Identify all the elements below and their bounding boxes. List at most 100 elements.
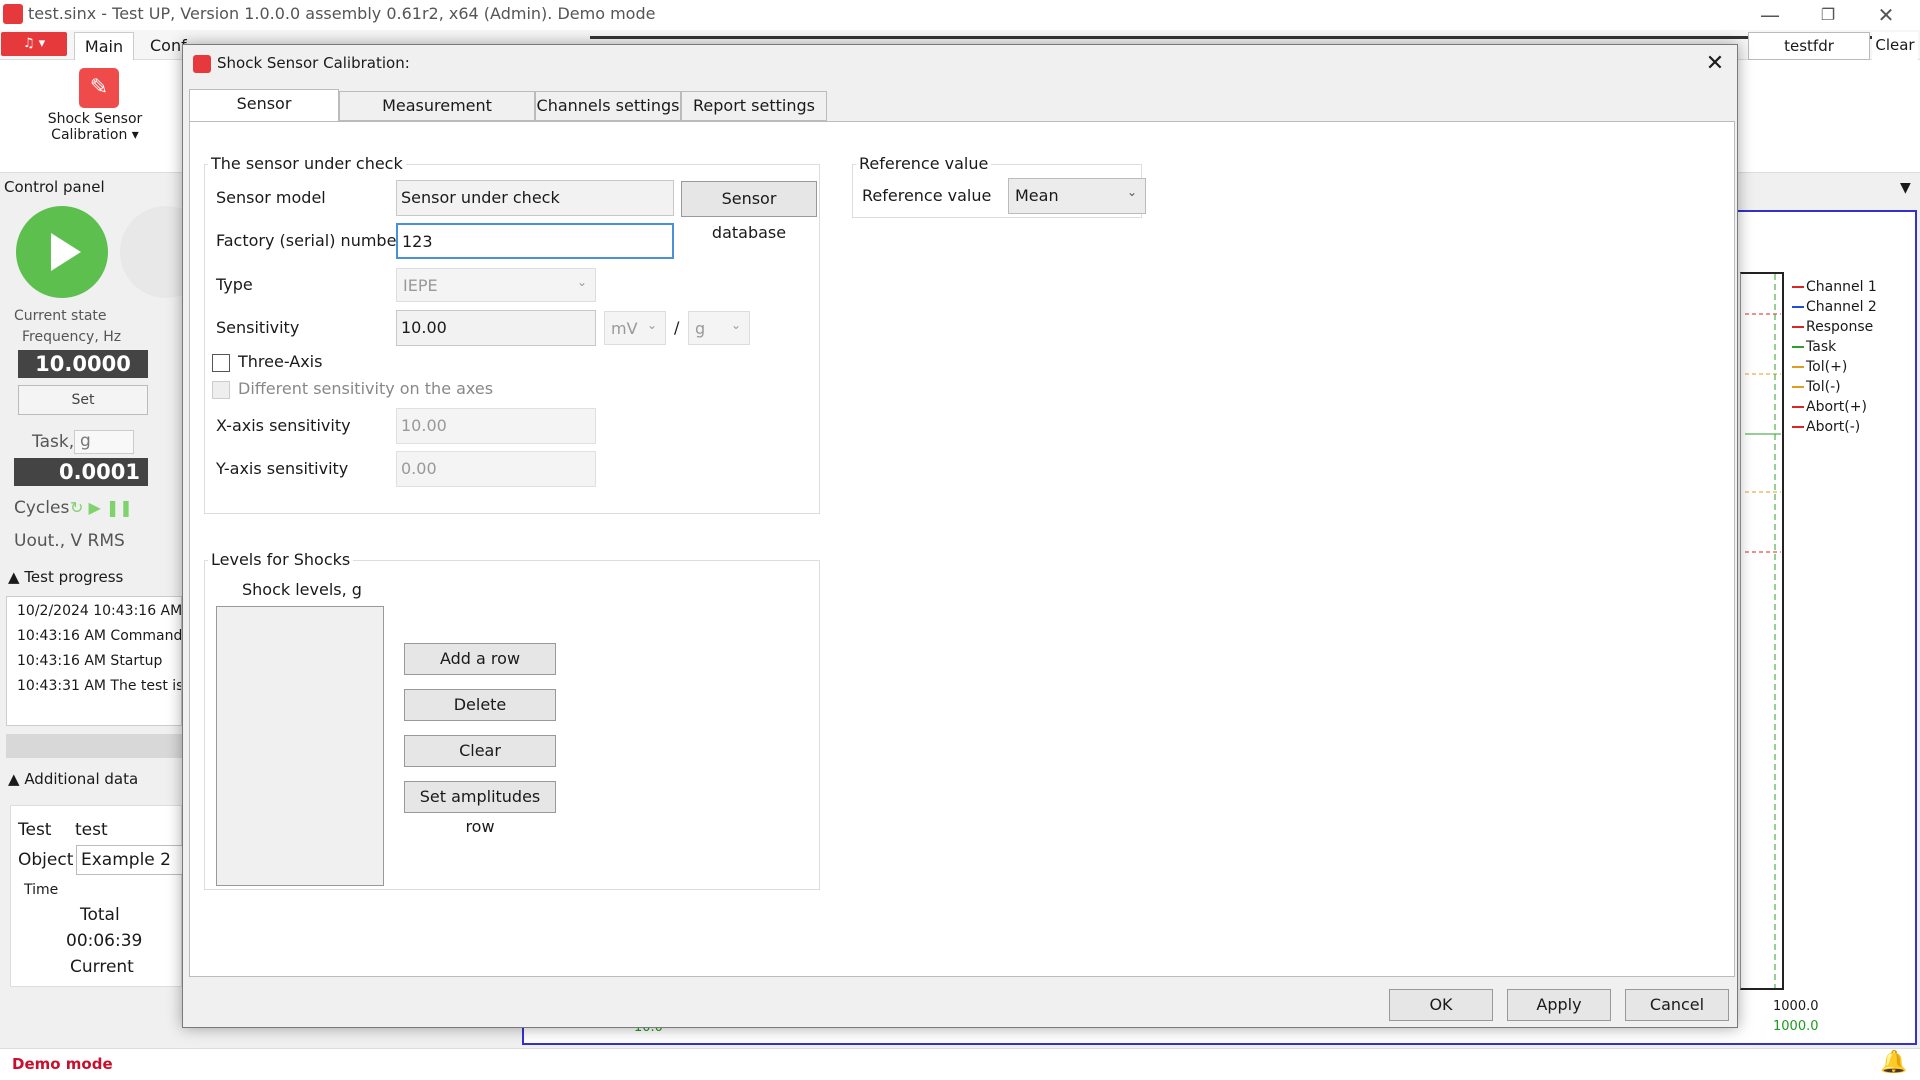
chart-plot-frame <box>1740 272 1784 990</box>
x-tick-label: 1000.0 <box>1773 999 1819 1014</box>
object-label: Object <box>18 850 74 870</box>
delete-row-button[interactable]: Delete <box>404 689 556 721</box>
sensitivity-unit-den-select[interactable]: g ⌄ <box>688 311 750 345</box>
legend-label: Response <box>1806 319 1874 335</box>
dialog-app-icon <box>193 55 211 73</box>
collapse-arrow-icon[interactable]: ▼ <box>1900 180 1911 196</box>
reference-value-select[interactable]: Mean ⌄ <box>1008 178 1146 214</box>
log-line: 10/2/2024 10:43:16 AM <box>17 603 182 619</box>
sensitivity-unit-num-value: mV <box>611 319 638 338</box>
status-bar <box>0 1048 1920 1080</box>
legend-item: Abort(+) <box>1792 397 1877 417</box>
tab-sensor-parameters[interactable]: Sensor parameters <box>189 89 339 141</box>
ok-button[interactable]: OK <box>1389 989 1493 1021</box>
y-axis-sensitivity-input[interactable]: 0.00 <box>396 451 596 487</box>
set-amplitudes-row-button[interactable]: Set amplitudes row <box>404 781 556 836</box>
legend-label: Channel 1 <box>1806 279 1877 295</box>
shock-calibration-label[interactable]: Shock Sensor Calibration ▾ <box>40 111 150 143</box>
clear-top-button[interactable]: Clear <box>1872 32 1918 60</box>
legend-label: Abort(+) <box>1806 399 1867 415</box>
legend-item: Channel 1 <box>1792 277 1877 297</box>
reference-group-title: Reference value <box>856 154 992 173</box>
serial-number-label: Factory (serial) number <box>216 231 403 250</box>
cycles-controls-icon[interactable]: ↻ ▶ ❚❚ <box>70 498 133 517</box>
three-axis-label: Three-Axis <box>238 352 323 371</box>
log-line: 10:43:16 AM Startup <box>17 653 163 669</box>
test-progress-log: 10/2/2024 10:43:16 AM 10:43:16 AM Comman… <box>6 596 182 726</box>
sensor-parameters-panel: The sensor under check Sensor model Sens… <box>189 121 1735 977</box>
chevron-down-icon: ⌄ <box>646 318 657 332</box>
serial-number-input[interactable]: 123 <box>396 223 674 259</box>
x-tick-label: 1000.0 <box>1773 1019 1819 1034</box>
set-frequency-button[interactable]: Set <box>18 385 148 415</box>
different-sensitivity-checkbox[interactable] <box>212 381 230 399</box>
apply-button[interactable]: Apply <box>1507 989 1611 1021</box>
task-value: 0.0001 <box>14 458 148 486</box>
tab-main[interactable]: Main <box>74 32 134 61</box>
chart-legend: Channel 1 Channel 2 Response Task Tol(+) Tol(… <box>1792 277 1877 437</box>
cycles-label: Cycles <box>14 498 70 518</box>
sensor-group-title: The sensor under check <box>208 154 406 173</box>
legend-label: Tol(-) <box>1806 379 1841 395</box>
legend-swatch <box>1792 426 1804 428</box>
legend-item: Channel 2 <box>1792 297 1877 317</box>
sensor-model-field[interactable]: Sensor under check <box>396 180 674 216</box>
app-menu-button[interactable]: ♫ ▾ <box>1 32 67 56</box>
cancel-button[interactable]: Cancel <box>1625 989 1729 1021</box>
app-title: test.sinx - Test UP, Version 1.0.0.0 ass… <box>28 4 656 23</box>
restore-button[interactable]: ❐ <box>1808 2 1848 28</box>
x-axis-sensitivity-input[interactable]: 10.00 <box>396 408 596 444</box>
minimize-button[interactable]: — <box>1750 2 1790 28</box>
sensitivity-input[interactable]: 10.00 <box>396 310 596 346</box>
different-sensitivity-label: Different sensitivity on the axes <box>238 379 494 398</box>
legend-item: Response <box>1792 317 1877 337</box>
progress-bar <box>6 734 182 758</box>
shock-levels-list[interactable] <box>216 606 384 886</box>
dialog-close-button[interactable]: ✕ <box>1695 49 1735 79</box>
testfdr-tab[interactable]: testfdr <box>1748 32 1870 60</box>
current-label: Current <box>70 957 134 977</box>
sensitivity-label: Sensitivity <box>216 318 300 337</box>
task-label: Task, <box>32 432 75 452</box>
close-window-button[interactable]: ✕ <box>1866 2 1906 28</box>
tab-report-settings[interactable]: Report settings <box>681 91 827 121</box>
additional-data-label: Additional data <box>24 770 139 788</box>
shock-calibration-icon[interactable]: ✎ <box>79 68 119 108</box>
legend-label: Channel 2 <box>1806 299 1877 315</box>
legend-swatch <box>1792 386 1804 388</box>
test-label: Test <box>18 820 52 840</box>
type-select[interactable]: IEPE ⌄ <box>396 268 596 302</box>
log-line: 10:43:31 AM The test is <box>17 678 182 694</box>
log-line: 10:43:16 AM Command <box>17 628 182 644</box>
tab-measurement-parameters[interactable]: Measurement parameters <box>339 91 535 143</box>
tab-channels-settings[interactable]: Channels settings <box>535 91 681 121</box>
x-axis-sensitivity-label: X-axis sensitivity <box>216 416 351 435</box>
legend-swatch <box>1792 406 1804 408</box>
test-progress-label: Test progress <box>24 568 124 586</box>
play-button[interactable] <box>16 206 108 298</box>
legend-item: Tol(+) <box>1792 357 1877 377</box>
test-progress-header[interactable]: ▲ Test progress <box>8 568 123 586</box>
object-field[interactable]: Example 2 <box>76 845 186 875</box>
task-unit-select[interactable]: g <box>74 430 134 454</box>
shock-levels-header: Shock levels, g <box>242 580 362 599</box>
legend-label: Abort(-) <box>1806 419 1861 435</box>
frequency-value: 10.0000 <box>18 350 148 378</box>
three-axis-checkbox[interactable] <box>212 354 230 372</box>
control-panel-label: Control panel <box>4 178 105 196</box>
additional-data-header[interactable]: ▲ Additional data <box>8 770 138 788</box>
add-row-button[interactable]: Add a row <box>404 643 556 675</box>
sensor-database-button[interactable]: Sensor database <box>681 181 817 242</box>
chevron-down-icon: ⌄ <box>1126 185 1137 199</box>
clear-rows-button[interactable]: Clear <box>404 735 556 767</box>
legend-item: Abort(-) <box>1792 417 1877 437</box>
dialog-title: Shock Sensor Calibration: <box>217 54 410 72</box>
legend-label: Task <box>1806 339 1837 355</box>
uout-label: Uout., V RMS <box>14 531 125 551</box>
bell-icon[interactable]: 🔔 <box>1880 1050 1907 1075</box>
chevron-down-icon: ⌄ <box>576 275 587 289</box>
chart-lines <box>1745 274 1781 988</box>
type-label: Type <box>216 275 253 294</box>
sensitivity-unit-num-select[interactable]: mV ⌄ <box>604 311 666 345</box>
legend-label: Tol(+) <box>1806 359 1848 375</box>
